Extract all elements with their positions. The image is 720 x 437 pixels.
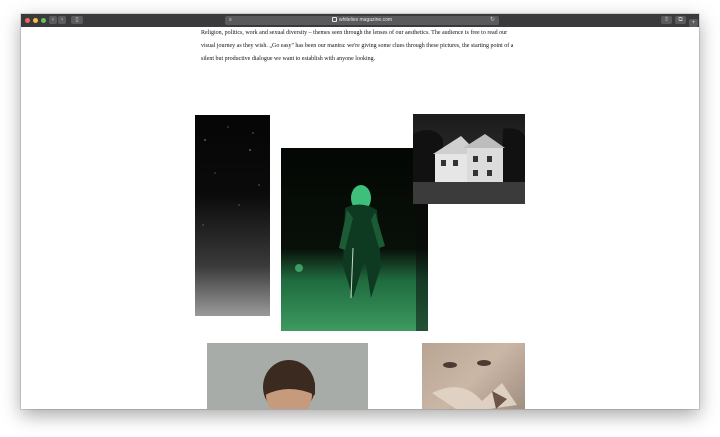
face-collage-photo[interactable]	[422, 343, 525, 409]
sidebar-button[interactable]: ▯	[71, 16, 83, 24]
browser-toolbar: ‹ › ▯ ≡ whitelies magazine.com ↻ ⇧ ⧉ +	[21, 14, 699, 27]
minimize-window-button[interactable]	[33, 18, 38, 23]
night-sky-photo[interactable]	[195, 115, 270, 316]
new-tab-button[interactable]: +	[689, 19, 698, 27]
back-button[interactable]: ‹	[49, 16, 57, 24]
reload-icon[interactable]: ↻	[490, 16, 495, 25]
forward-icon: ›	[61, 17, 63, 23]
back-icon: ‹	[52, 17, 54, 23]
article-paragraph: Religion, politics, work and sexual dive…	[201, 30, 514, 62]
tabs-icon: ⧉	[678, 17, 683, 23]
portrait-back-photo[interactable]	[207, 343, 368, 409]
browser-window: ‹ › ▯ ≡ whitelies magazine.com ↻ ⇧ ⧉ + R…	[21, 14, 699, 409]
address-bar[interactable]: ≡ whitelies magazine.com ↻	[225, 16, 499, 25]
share-icon: ⇧	[663, 17, 670, 23]
url-text: whitelies magazine.com	[338, 17, 393, 23]
page-content: Religion, politics, work and sexual dive…	[21, 27, 699, 409]
sidebar-icon: ▯	[75, 17, 79, 23]
forward-button[interactable]: ›	[58, 16, 66, 24]
tabs-button[interactable]: ⧉	[675, 16, 686, 24]
lock-icon	[331, 17, 337, 23]
zoom-window-button[interactable]	[41, 18, 46, 23]
close-window-button[interactable]	[25, 18, 30, 23]
green-figure-photo[interactable]	[281, 148, 428, 331]
house-photo[interactable]	[413, 114, 525, 204]
new-tab-icon: +	[691, 20, 696, 26]
share-button[interactable]: ⇧	[661, 16, 672, 24]
